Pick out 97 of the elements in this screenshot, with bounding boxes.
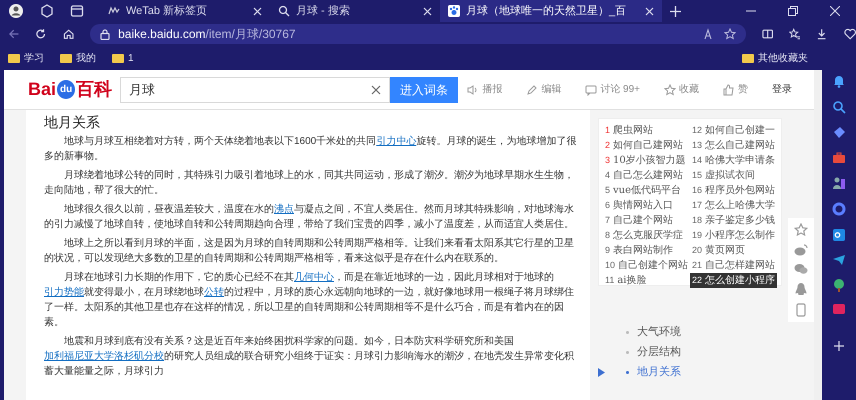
paragraph: 地球很久很久以前，昼夜温差较大，温度在水的沸点与凝点之间，不宜人类居住。然而月球其特殊影响，对地球海水的引力减慢了地球自转，使地球自转和公转周期趋向合理，带给了我们宝贵的四季，减小了温度差，从而适宜人类居住。 — [44, 202, 575, 232]
hot-search-item[interactable]: 3 10岁小孩智力题 — [603, 153, 690, 168]
toolbar-action[interactable]: 讨论 99+ — [585, 82, 640, 97]
current-section-icon — [598, 368, 605, 376]
star-icon — [664, 84, 676, 96]
hot-search-item[interactable]: 10 自己创建个网站 — [603, 258, 690, 273]
toc-item[interactable]: 大气环境 — [598, 322, 814, 342]
hot-search-item[interactable]: 11 ai换脸 — [603, 273, 690, 288]
toolbar-action[interactable]: 播报 — [467, 82, 502, 97]
restore-icon[interactable] — [788, 6, 798, 16]
hot-search-item[interactable]: 17 怎么上哈佛大学 — [690, 198, 778, 213]
chat-icon — [585, 84, 598, 96]
hot-search-item[interactable]: 7 自己建个网站 — [603, 213, 690, 228]
section-heading: 地月关系 — [44, 114, 101, 131]
paragraph: 地震和月球到底有没有关系？这是近百年来始终困扰科学家的问题。如今，日本防灾科学研究所和美国 加利福尼亚大学洛杉矶分校的研究人员组成的联合研究小组终于证实：月球引力影响海水的潮汐，在地壳发生异常变化积蓄大量能量之际，月球引力 — [44, 334, 575, 379]
hot-search-item[interactable]: 14 哈佛大学申请条 — [690, 153, 778, 168]
home-icon[interactable] — [62, 28, 74, 40]
close-tab-icon[interactable] — [645, 6, 654, 16]
tree-icon[interactable] — [833, 278, 845, 292]
toolbox-icon[interactable] — [832, 152, 846, 164]
favorites-icon[interactable] — [788, 28, 800, 40]
hot-search-item[interactable]: 2 如何自己建网站 — [603, 138, 690, 153]
hot-search-item[interactable]: 12 如何自己创建一 — [690, 123, 778, 138]
download-icon[interactable] — [816, 28, 828, 40]
browser-tab[interactable]: 月球（地球唯一的天然卫星）_百 — [440, 0, 662, 22]
logo-text[interactable]: Bai — [28, 76, 56, 103]
profile-icon[interactable] — [8, 3, 24, 19]
login-link[interactable]: 登录 — [772, 82, 792, 97]
paper-plane-icon[interactable] — [832, 254, 846, 266]
address-bar[interactable]: baike.baidu.com/item/月球/30767 — [90, 24, 746, 44]
browser-tab[interactable]: 月球 - 搜索 — [270, 0, 440, 22]
hot-search-item[interactable]: 18 亲子鉴定多少钱 — [690, 213, 778, 228]
refresh-icon[interactable] — [35, 28, 47, 40]
toolbar-action[interactable]: 赞 — [723, 82, 748, 97]
bell-icon[interactable] — [832, 74, 846, 88]
toolbar-action[interactable]: 编辑 — [526, 82, 562, 97]
logo-paw-badge[interactable]: du — [57, 80, 76, 99]
back-icon[interactable] — [8, 28, 20, 40]
search-icon[interactable] — [832, 100, 846, 114]
paw-icon — [448, 5, 460, 17]
mail-icon[interactable] — [832, 228, 846, 242]
scrollbar[interactable] — [814, 70, 822, 400]
thumbs-up-icon — [723, 84, 735, 96]
text-link[interactable]: 加利福尼亚大学洛杉矶分校 — [44, 350, 164, 362]
search-field[interactable]: 月球 — [120, 76, 390, 102]
phone-icon[interactable] — [796, 303, 806, 317]
clear-icon[interactable] — [371, 84, 382, 94]
hot-search-item[interactable]: 6 舆情网站入口 — [603, 198, 690, 213]
hot-search-item[interactable]: 15 虚拟试衣间 — [690, 168, 778, 183]
bookmark-folder[interactable]: 其他收藏夹 — [742, 50, 808, 66]
toc-item[interactable]: 地月关系 — [598, 362, 814, 382]
star-icon[interactable] — [724, 28, 736, 40]
browser-tab[interactable]: WeTab 新标签页 — [100, 0, 270, 22]
text-link[interactable]: 几何中心 — [294, 272, 334, 283]
url-text: baike.baidu.com/item/月球/30767 — [118, 26, 296, 43]
text-link[interactable]: 沸点 — [274, 204, 294, 215]
close-icon[interactable] — [830, 6, 840, 16]
hot-search-item[interactable]: 4 自己怎么建网站 — [603, 168, 690, 183]
bookmark-folder[interactable]: 我的 — [60, 50, 96, 66]
workspaces-icon[interactable] — [40, 4, 54, 18]
text-link[interactable]: 公转 — [204, 286, 224, 298]
hot-search-item[interactable]: 21 自己怎样建网站 — [690, 258, 778, 273]
pencil-icon — [526, 84, 538, 96]
penguin-icon[interactable] — [795, 282, 807, 296]
paragraph: 月球在地球引力长期的作用下，它的质心已经不在其几何中心，而是在靠近地球的一边，因此月球相对于地球的 引力势能就变得最小，在月球绕地球公转的过程中，月球的质心永远朝向地球的一边，就好像地球用一根绳子将月球绑住了一样。太阳系的其他卫星也存在这样的情况，所以卫星的自转周期和公转周期相等不是什么巧合，而是有着内在的因素。 — [44, 270, 575, 330]
toc-item[interactable]: 分层结构 — [598, 342, 814, 362]
hot-search-item[interactable]: 9 表白网站制作 — [603, 243, 690, 258]
text-link[interactable]: 引力中心 — [376, 136, 416, 147]
bookmark-folder[interactable]: 1 — [112, 50, 134, 66]
add-icon[interactable] — [833, 340, 845, 352]
close-tab-icon[interactable] — [423, 6, 432, 16]
heart-icon[interactable] — [844, 28, 856, 40]
hot-search-item[interactable]: 8 怎么克服厌学症 — [603, 228, 690, 243]
logo-text[interactable]: 百科 — [76, 76, 112, 103]
hot-search-item[interactable]: 13 怎么自己建网站 — [690, 138, 778, 153]
toolbar-action[interactable]: 收藏 — [664, 82, 699, 97]
text-link[interactable]: 引力势能 — [44, 286, 84, 298]
hot-search-item[interactable]: 20 黄页网页 — [690, 243, 778, 258]
tab-actions-icon[interactable] — [70, 4, 84, 18]
paragraph: 月球绕着地球公转的同时，其特殊引力吸引着地球上的水，同其共同运动，形成了潮汐。潮汐为地球早期水生生物，走向陆地，帮了很大的忙。 — [44, 168, 575, 198]
speaker-icon — [467, 84, 480, 96]
bookmark-folder[interactable]: 学习 — [8, 50, 44, 66]
hot-search-item[interactable]: 19 小程序怎么制作 — [690, 228, 778, 243]
hot-search-item[interactable]: 1 爬虫网站 — [603, 123, 690, 138]
search-icon — [278, 5, 290, 17]
enter-entry-button[interactable]: 进入词条 — [390, 76, 458, 102]
paragraph: 地球与月球互相绕着对方转，两个天体绕着地表以下1600千米处的共同引力中心旋转。月球的诞生，为地球增加了很多的新事物。 — [44, 134, 578, 164]
close-tab-icon[interactable] — [253, 6, 262, 16]
hot-search-item[interactable]: 22 怎么创建小程序 — [690, 273, 778, 288]
split-screen-icon[interactable] — [762, 28, 773, 40]
circle-logo-icon[interactable] — [832, 202, 846, 216]
paragraph: 地球上之所以看到月球的半面，这是因为月球的自转周期和公转周期严格相等。让我们来看看太阳系其它行星的卫星的状况，可以发现绝大多数的卫星的自转周期和公转周期严格相等，看来这似乎是存在什么内在联系的。 — [44, 236, 575, 266]
hot-search-item[interactable]: 16 程序员外包网站 — [690, 183, 778, 198]
lock-icon — [100, 28, 110, 40]
star-icon[interactable] — [794, 223, 808, 237]
new-tab-icon[interactable] — [670, 6, 681, 16]
hot-search-item[interactable]: 5 vue低代码平台 — [603, 183, 690, 198]
